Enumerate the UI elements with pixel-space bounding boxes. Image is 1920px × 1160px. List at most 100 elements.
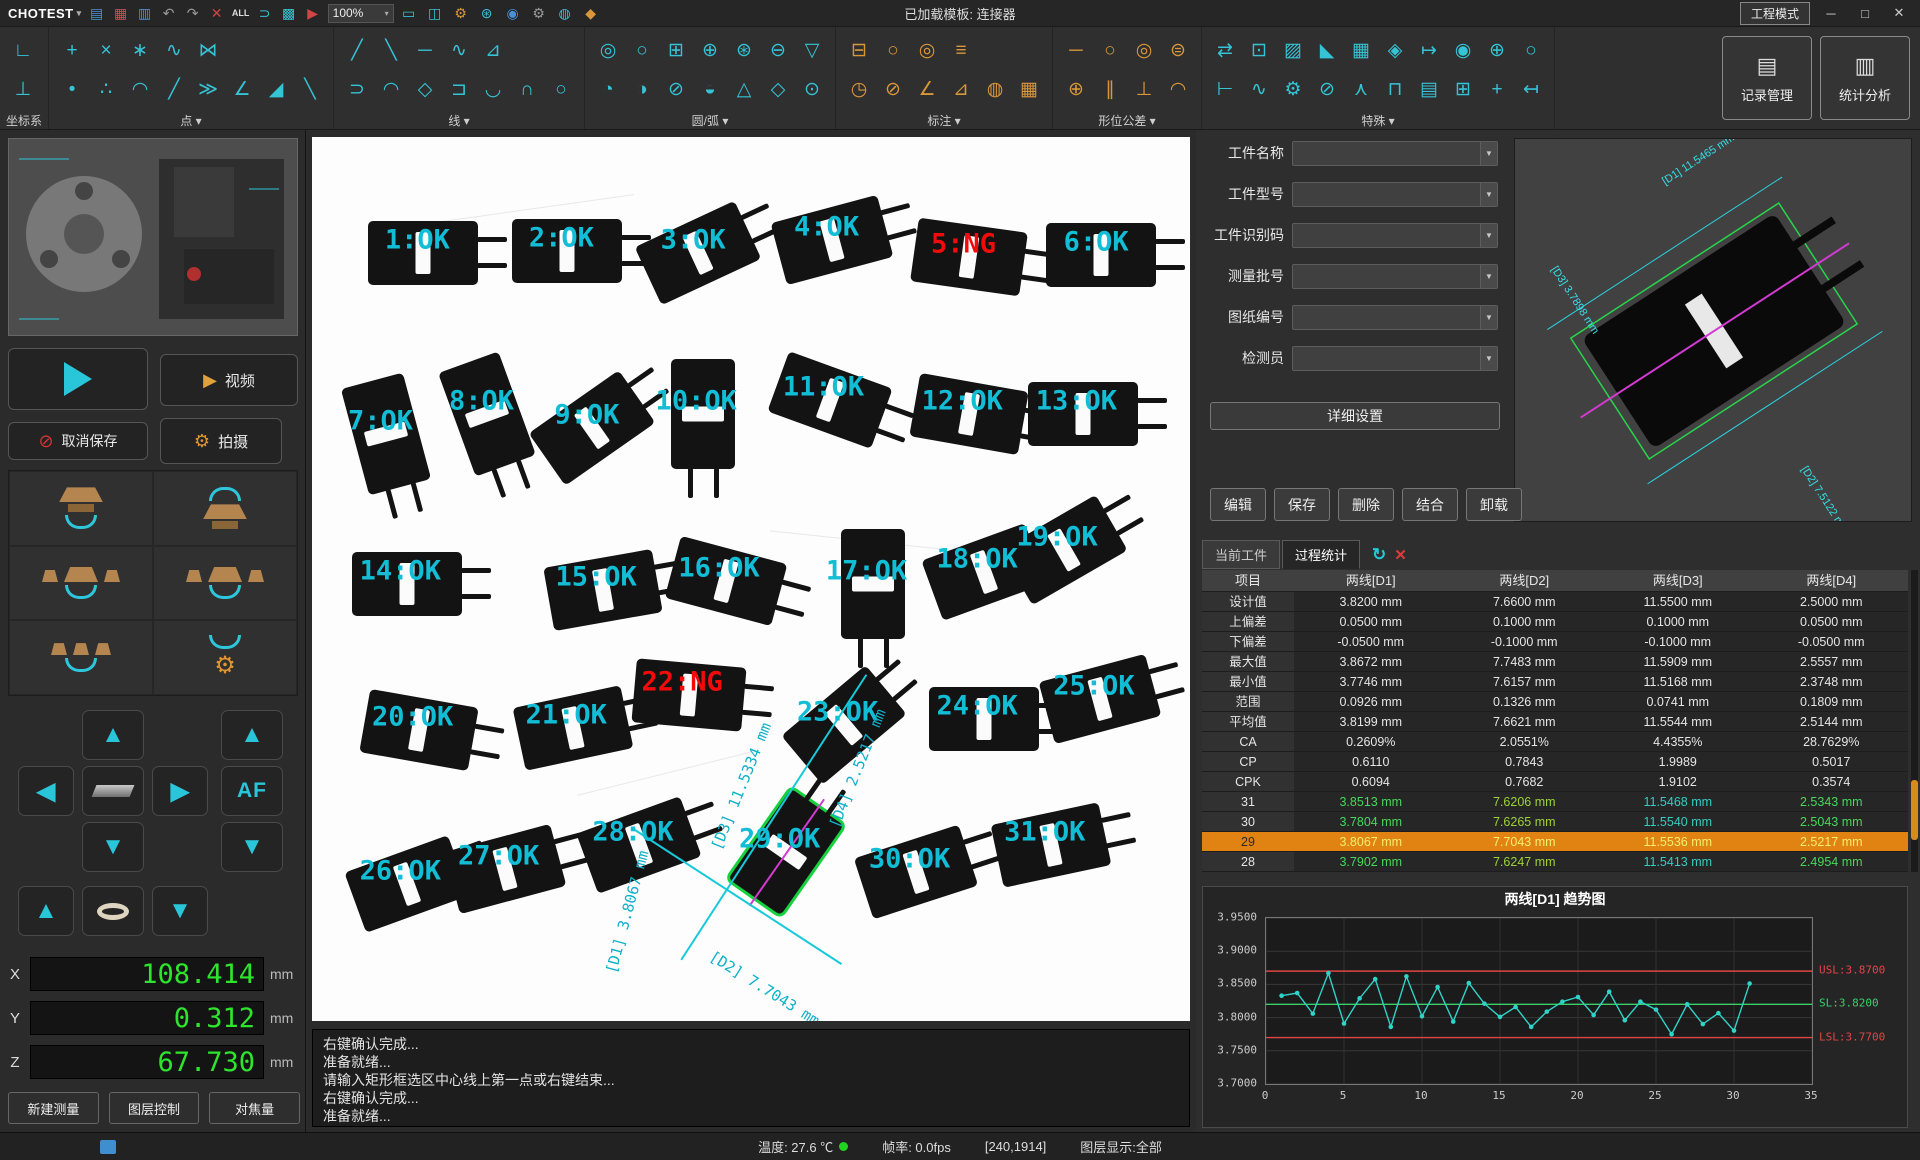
- lens-down-button[interactable]: ▼: [152, 886, 208, 936]
- tool-icon[interactable]: ∿: [442, 34, 476, 68]
- tool-icon[interactable]: ◎: [910, 34, 944, 68]
- delete-icon[interactable]: ✕: [207, 4, 227, 23]
- cancel-save-button[interactable]: ⊘ 取消保存: [8, 422, 148, 460]
- tool-icon[interactable]: ╲: [374, 34, 408, 68]
- tab-当前工件[interactable]: 当前工件: [1202, 540, 1280, 569]
- zoom-select[interactable]: 100% ▾: [328, 4, 394, 23]
- z-down-button[interactable]: ▼: [221, 822, 283, 872]
- tool-icon[interactable]: ⊿: [944, 73, 978, 107]
- ribbon-group-label[interactable]: 线 ▾: [340, 112, 578, 129]
- tool-icon[interactable]: ⊡: [1242, 34, 1276, 68]
- tool-icon[interactable]: ▽: [795, 34, 829, 68]
- tool-icon[interactable]: ∿: [157, 34, 191, 68]
- tool-icon[interactable]: ⊢: [1208, 73, 1242, 107]
- tool-icon[interactable]: ⋈: [191, 34, 225, 68]
- tool-icon[interactable]: ∴: [89, 73, 123, 107]
- top-light-button[interactable]: [153, 471, 297, 546]
- chevron-down-icon[interactable]: ▼: [1480, 224, 1497, 247]
- probe-icon[interactable]: ◆: [581, 4, 601, 23]
- action-button-删除[interactable]: 删除: [1338, 488, 1394, 521]
- tool-icon[interactable]: ◎: [591, 34, 625, 68]
- bottom-button-图层控制[interactable]: 图层控制: [109, 1092, 200, 1124]
- redo-icon[interactable]: ↷: [183, 4, 203, 23]
- tool-icon[interactable]: ∩: [510, 73, 544, 107]
- bottom-button-新建测量[interactable]: 新建测量: [8, 1092, 99, 1124]
- run-measure-button[interactable]: [8, 348, 148, 410]
- tool-icon[interactable]: ◠: [123, 73, 157, 107]
- system-gear-icon[interactable]: ⚙: [529, 4, 549, 23]
- side-light-right-button[interactable]: [153, 546, 297, 621]
- tool-icon[interactable]: ◠: [1161, 73, 1195, 107]
- form-input-测量批号[interactable]: ▼: [1292, 264, 1498, 289]
- table-row-范围[interactable]: 范围0.0926 mm0.1326 mm0.0741 mm0.1809 mm: [1202, 692, 1908, 712]
- tool-icon[interactable]: ◣: [1310, 34, 1344, 68]
- chevron-down-icon[interactable]: ▼: [1480, 142, 1497, 165]
- z-up-button[interactable]: ▲: [221, 710, 283, 760]
- tool-icon[interactable]: ─: [1059, 34, 1093, 68]
- ring-light-select-button[interactable]: [82, 886, 144, 936]
- settings-icon[interactable]: ⚙: [451, 4, 471, 23]
- stage-down-button[interactable]: ▼: [82, 822, 144, 872]
- action-button-卸载[interactable]: 卸载: [1466, 488, 1522, 521]
- tool-icon[interactable]: ⇄: [1208, 34, 1242, 68]
- chevron-down-icon[interactable]: ▼: [1480, 265, 1497, 288]
- action-button-保存[interactable]: 保存: [1274, 488, 1330, 521]
- close-stats-icon[interactable]: ✕: [1394, 546, 1407, 564]
- bottom-button-对焦量[interactable]: 对焦量: [209, 1092, 300, 1124]
- ribbon-group-label[interactable]: 特殊 ▾: [1208, 112, 1548, 129]
- table-row-29[interactable]: 293.8067 mm7.7043 mm11.5536 mm2.5217 mm: [1202, 832, 1908, 852]
- tool-icon[interactable]: ⊘: [876, 73, 910, 107]
- light-settings-button[interactable]: ⚙: [153, 620, 297, 695]
- close-button[interactable]: ✕: [1886, 5, 1912, 21]
- maximize-button[interactable]: □: [1852, 6, 1878, 21]
- tool-icon[interactable]: ⊕: [1059, 73, 1093, 107]
- tool-icon[interactable]: ◒: [693, 73, 727, 107]
- tool-icon[interactable]: ⊛: [727, 34, 761, 68]
- tool-icon[interactable]: ⊟: [842, 34, 876, 68]
- scrollbar-thumb[interactable]: [1911, 780, 1918, 840]
- monitor-icon[interactable]: ▭: [399, 4, 419, 23]
- table-row-31[interactable]: 313.8513 mm7.6206 mm11.5468 mm2.5343 mm: [1202, 792, 1908, 812]
- tool-icon[interactable]: ⊞: [659, 34, 693, 68]
- tool-icon[interactable]: ◡: [476, 73, 510, 107]
- table-row-CPK[interactable]: CPK0.60940.76821.91020.3574: [1202, 772, 1908, 792]
- ribbon-group-label[interactable]: 形位公差 ▾: [1059, 112, 1195, 129]
- tool-icon[interactable]: ▨: [1276, 34, 1310, 68]
- globe-icon[interactable]: ◉: [503, 4, 523, 23]
- tool-icon[interactable]: ∠: [910, 73, 944, 107]
- tool-icon[interactable]: ∥: [1093, 73, 1127, 107]
- table-row-设计值[interactable]: 设计值3.8200 mm7.6600 mm11.5500 mm2.5000 mm: [1202, 592, 1908, 612]
- tool-icon[interactable]: ⊓: [1378, 73, 1412, 107]
- tool-icon[interactable]: ⊜: [1161, 34, 1195, 68]
- refresh-icon[interactable]: ↻: [1372, 545, 1386, 565]
- tool-icon[interactable]: ×: [89, 34, 123, 68]
- chevron-down-icon[interactable]: ▼: [1480, 183, 1497, 206]
- stage-up-button[interactable]: ▲: [82, 710, 144, 760]
- form-input-工件型号[interactable]: ▼: [1292, 182, 1498, 207]
- tool-icon[interactable]: ↤: [1514, 73, 1548, 107]
- tool-icon[interactable]: ≡: [944, 34, 978, 68]
- video-button[interactable]: ▶ 视频: [160, 354, 298, 406]
- tool-icon[interactable]: ▦: [1344, 34, 1378, 68]
- tool-icon[interactable]: ╱: [157, 73, 191, 107]
- target-icon[interactable]: ⊛: [477, 4, 497, 23]
- tool-icon[interactable]: ╱: [340, 34, 374, 68]
- tool-icon[interactable]: ◎: [1127, 34, 1161, 68]
- tool-icon[interactable]: ⊘: [659, 73, 693, 107]
- table-row-30[interactable]: 303.7804 mm7.6265 mm11.5540 mm2.5043 mm: [1202, 812, 1908, 832]
- tool-icon[interactable]: ⊿: [476, 34, 510, 68]
- app-logo[interactable]: CHOTEST ▾: [8, 6, 82, 21]
- tool-icon[interactable]: ⊃: [340, 73, 374, 107]
- capture-button[interactable]: ⚙ 拍摄: [160, 418, 282, 464]
- tool-icon[interactable]: ∗: [123, 34, 157, 68]
- status-app-icon[interactable]: [100, 1140, 116, 1154]
- minimize-button[interactable]: ─: [1818, 6, 1844, 21]
- layer-display-status[interactable]: 图层显示:全部: [1080, 1137, 1162, 1156]
- export-icon[interactable]: ▥: [135, 4, 155, 23]
- table-row-上偏差[interactable]: 上偏差0.0500 mm0.1000 mm0.1000 mm0.0500 mm: [1202, 612, 1908, 632]
- stage-right-button[interactable]: ▶: [152, 766, 208, 816]
- tool-icon[interactable]: △: [727, 73, 761, 107]
- tool-icon[interactable]: ◍: [978, 73, 1012, 107]
- tool-icon[interactable]: ◈: [1378, 34, 1412, 68]
- table-row-CP[interactable]: CP0.61100.78431.99890.5017: [1202, 752, 1908, 772]
